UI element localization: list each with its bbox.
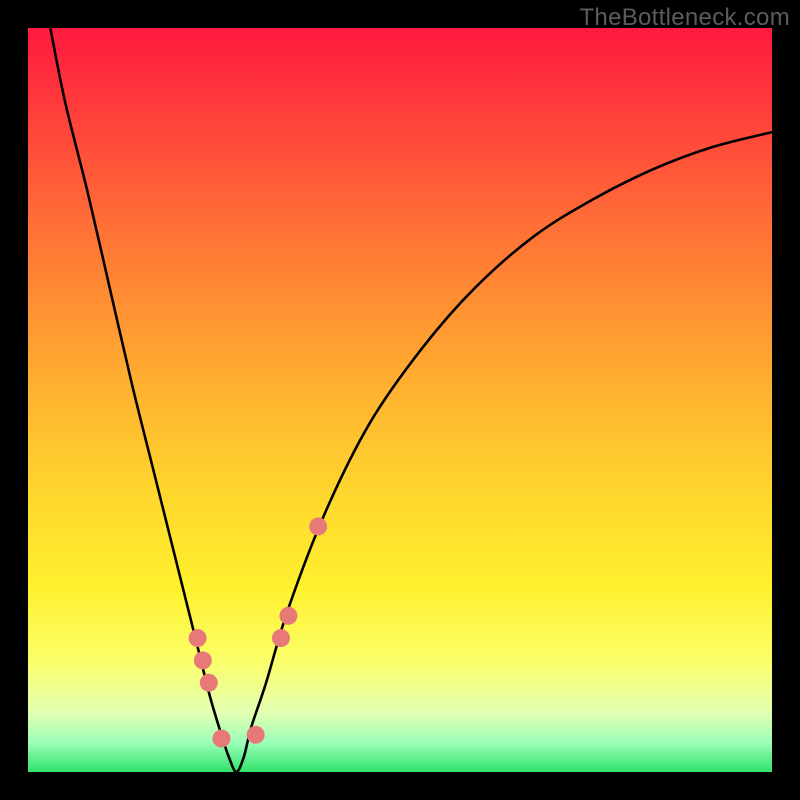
data-marker-dot <box>200 674 218 692</box>
bottleneck-curve <box>50 28 772 772</box>
data-marker-dot <box>247 726 265 744</box>
data-marker-dot <box>279 607 297 625</box>
data-marker-dot <box>272 629 290 647</box>
data-marker-dot <box>194 651 212 669</box>
marker-layer <box>173 517 327 767</box>
data-marker-dot <box>212 730 230 748</box>
chart-area <box>28 28 772 772</box>
data-marker-dot <box>189 629 207 647</box>
chart-svg <box>28 28 772 772</box>
data-marker-dot <box>309 517 327 535</box>
watermark-text: TheBottleneck.com <box>579 4 790 32</box>
